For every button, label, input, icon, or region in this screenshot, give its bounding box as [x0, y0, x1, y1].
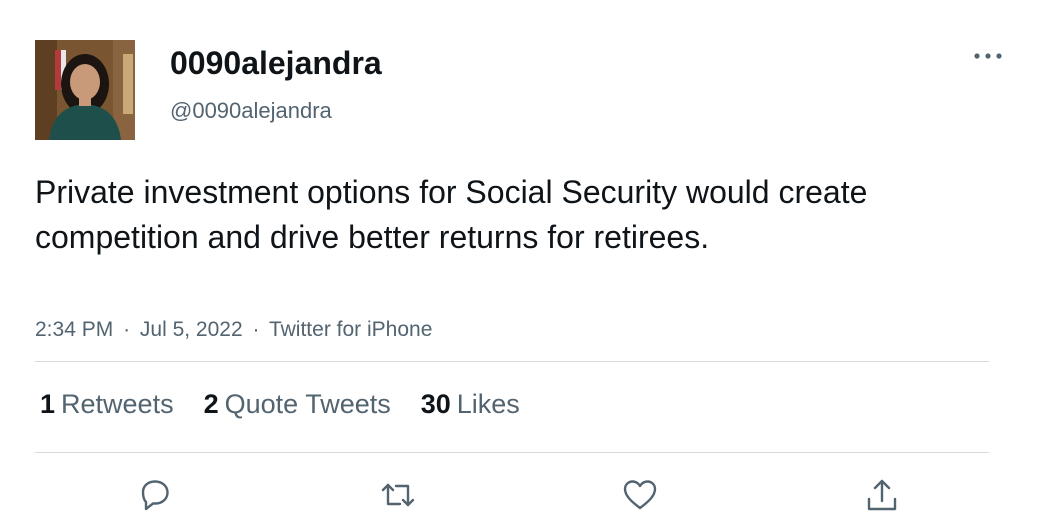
share-button[interactable]: [862, 475, 902, 515]
divider: [35, 361, 989, 362]
reply-icon: [141, 480, 169, 511]
heart-icon: [623, 480, 657, 510]
avatar-image: [35, 40, 135, 140]
more-horizontal-icon: [974, 53, 1002, 59]
display-name[interactable]: 0090alejandra: [170, 43, 382, 83]
avatar[interactable]: [35, 40, 135, 140]
meta-separator: ·: [252, 318, 260, 341]
tweet-stats: 1 Retweets 2 Quote Tweets 30 Likes: [40, 386, 550, 422]
tweet-source[interactable]: Twitter for iPhone: [269, 318, 432, 341]
tweet-meta: 2:34 PM · Jul 5, 2022 · Twitter for iPho…: [35, 316, 432, 344]
retweet-button[interactable]: [378, 475, 418, 515]
meta-separator: ·: [123, 318, 131, 341]
retweets-stat[interactable]: 1 Retweets: [40, 386, 174, 422]
likes-label: Likes: [456, 389, 520, 419]
user-handle[interactable]: @0090alejandra: [170, 96, 332, 126]
tweet-text: Private investment options for Social Se…: [35, 174, 868, 255]
quote-tweets-stat[interactable]: 2 Quote Tweets: [204, 386, 391, 422]
tweet-date[interactable]: Jul 5, 2022: [140, 318, 243, 341]
reply-button[interactable]: [135, 475, 175, 515]
quote-tweets-count: 2: [203, 389, 219, 419]
likes-count: 30: [420, 389, 451, 419]
retweets-label: Retweets: [61, 389, 174, 419]
more-options-button[interactable]: [968, 40, 1008, 70]
tweet-time[interactable]: 2:34 PM: [35, 318, 113, 341]
like-button[interactable]: [620, 475, 660, 515]
retweets-count: 1: [40, 389, 56, 419]
likes-stat[interactable]: 30 Likes: [421, 386, 520, 422]
share-icon: [867, 479, 897, 511]
divider: [35, 452, 989, 453]
retweet-icon: [381, 483, 415, 507]
tweet-card: 0090alejandra @0090alejandra Private inv…: [0, 0, 1050, 525]
quote-tweets-label: Quote Tweets: [224, 389, 391, 419]
